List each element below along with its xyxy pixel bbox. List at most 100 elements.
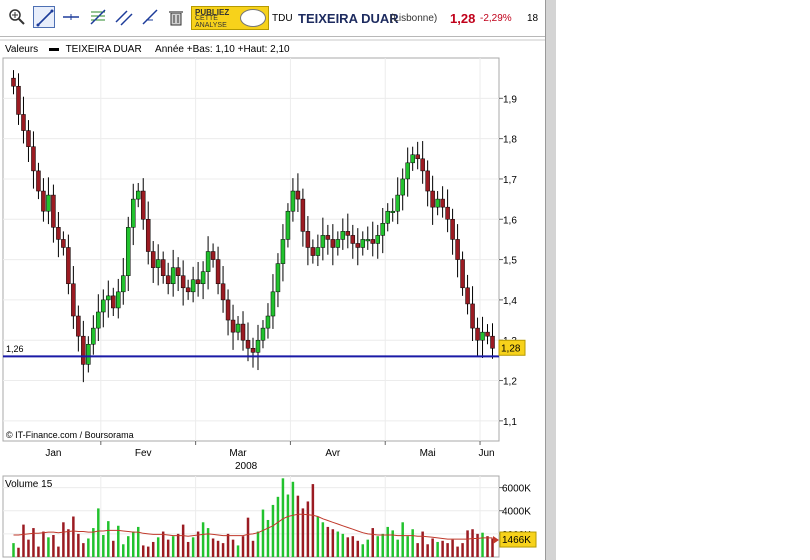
candle-body	[465, 287, 470, 305]
volume-bar	[166, 539, 170, 557]
candle-body	[320, 235, 326, 248]
candle-body	[265, 315, 271, 329]
volume-bar	[97, 508, 100, 557]
volume-bar	[451, 539, 454, 557]
volume-bar	[481, 532, 484, 557]
candle-body	[41, 190, 46, 212]
volume-bar	[291, 481, 295, 557]
candle-body	[86, 343, 91, 365]
volume-bar	[156, 537, 160, 557]
candle-body	[101, 299, 106, 313]
price-y-tick-label: 1,1	[503, 417, 517, 428]
candle-body	[190, 279, 196, 293]
volume-bar	[276, 496, 280, 557]
candle-body	[480, 331, 485, 341]
candle-body	[195, 279, 201, 285]
volume-bar	[411, 529, 414, 557]
price-y-tick-label: 1,6	[503, 215, 517, 226]
month-tick-label: Fev	[135, 448, 152, 459]
price-plot-frame	[2, 57, 500, 442]
volume-bar	[72, 516, 75, 557]
volume-bar	[161, 531, 165, 557]
candle-body	[355, 243, 361, 248]
candle-body	[106, 295, 111, 301]
candle-body	[185, 287, 191, 293]
candle-body	[325, 235, 331, 240]
volume-bar	[416, 543, 419, 557]
volume-bar	[476, 533, 479, 557]
volume-bar	[186, 541, 190, 557]
volume-bar	[176, 533, 180, 557]
volume-bar	[486, 536, 489, 557]
candle-body	[215, 259, 221, 285]
volume-bar	[371, 528, 374, 557]
volume-bar	[251, 540, 255, 557]
candle-body	[81, 335, 86, 365]
volume-bar	[271, 504, 275, 557]
price-y-tick-label: 1,5	[503, 256, 517, 267]
volume-moving-average-line	[13, 513, 493, 540]
candle-body	[410, 154, 415, 164]
volume-bar	[471, 529, 474, 557]
volume-bar	[326, 526, 330, 557]
candle-body	[405, 162, 410, 180]
volume-bar	[122, 544, 125, 557]
volume-bar	[42, 531, 45, 557]
candle-body	[390, 210, 395, 213]
candle-body	[445, 206, 450, 220]
candle-body	[365, 239, 371, 242]
candle-body	[335, 239, 341, 248]
month-tick-label: Jun	[478, 448, 494, 459]
volume-bar	[57, 546, 60, 557]
volume-bar	[366, 539, 370, 557]
volume-bar	[22, 524, 25, 557]
price-y-tick-label: 1,7	[503, 175, 517, 186]
candle-body	[135, 190, 141, 200]
volume-bar	[141, 545, 145, 557]
candle-body	[11, 77, 16, 87]
volume-bar	[246, 517, 250, 557]
volume-bar	[87, 538, 90, 557]
volume-bar	[331, 529, 335, 557]
candle-body	[415, 154, 420, 160]
volume-bar	[17, 547, 20, 557]
volume-bar	[346, 537, 350, 557]
volume-bar	[426, 544, 429, 557]
candle-body	[340, 231, 346, 240]
candle-body	[210, 251, 216, 260]
volume-bar	[391, 530, 394, 557]
volume-bar	[406, 536, 409, 557]
volume-bar	[67, 529, 70, 557]
month-tick-label: Avr	[325, 448, 340, 459]
volume-bar	[301, 508, 305, 557]
candle-body	[170, 267, 176, 285]
volume-bar	[296, 495, 300, 557]
volume-bar	[216, 540, 220, 557]
candle-body	[56, 227, 61, 240]
volume-bar	[421, 531, 424, 557]
candle-body	[145, 219, 151, 252]
candle-body	[250, 348, 256, 353]
candle-body	[230, 319, 236, 333]
candle-body	[155, 259, 161, 268]
candle-body	[280, 239, 286, 264]
candle-body	[131, 198, 136, 228]
volume-bar	[356, 540, 360, 557]
volume-bar	[82, 543, 85, 557]
volume-bar	[32, 528, 35, 557]
candle-body	[455, 239, 460, 260]
volume-bar	[206, 528, 210, 557]
scrollbar-track[interactable]	[546, 0, 556, 560]
year-label: 2008	[235, 461, 258, 472]
candle-body	[140, 190, 146, 220]
volume-bar	[461, 543, 464, 557]
candle-body	[485, 331, 490, 337]
candle-body	[300, 198, 306, 232]
candle-body	[240, 323, 246, 341]
volume-bar	[261, 509, 265, 557]
candle-body	[295, 190, 301, 200]
price-y-tick-label: 1,2	[503, 377, 517, 388]
volume-y-tick-label: 4000K	[502, 507, 531, 518]
candle-body	[460, 259, 465, 289]
volume-bar	[281, 478, 285, 557]
